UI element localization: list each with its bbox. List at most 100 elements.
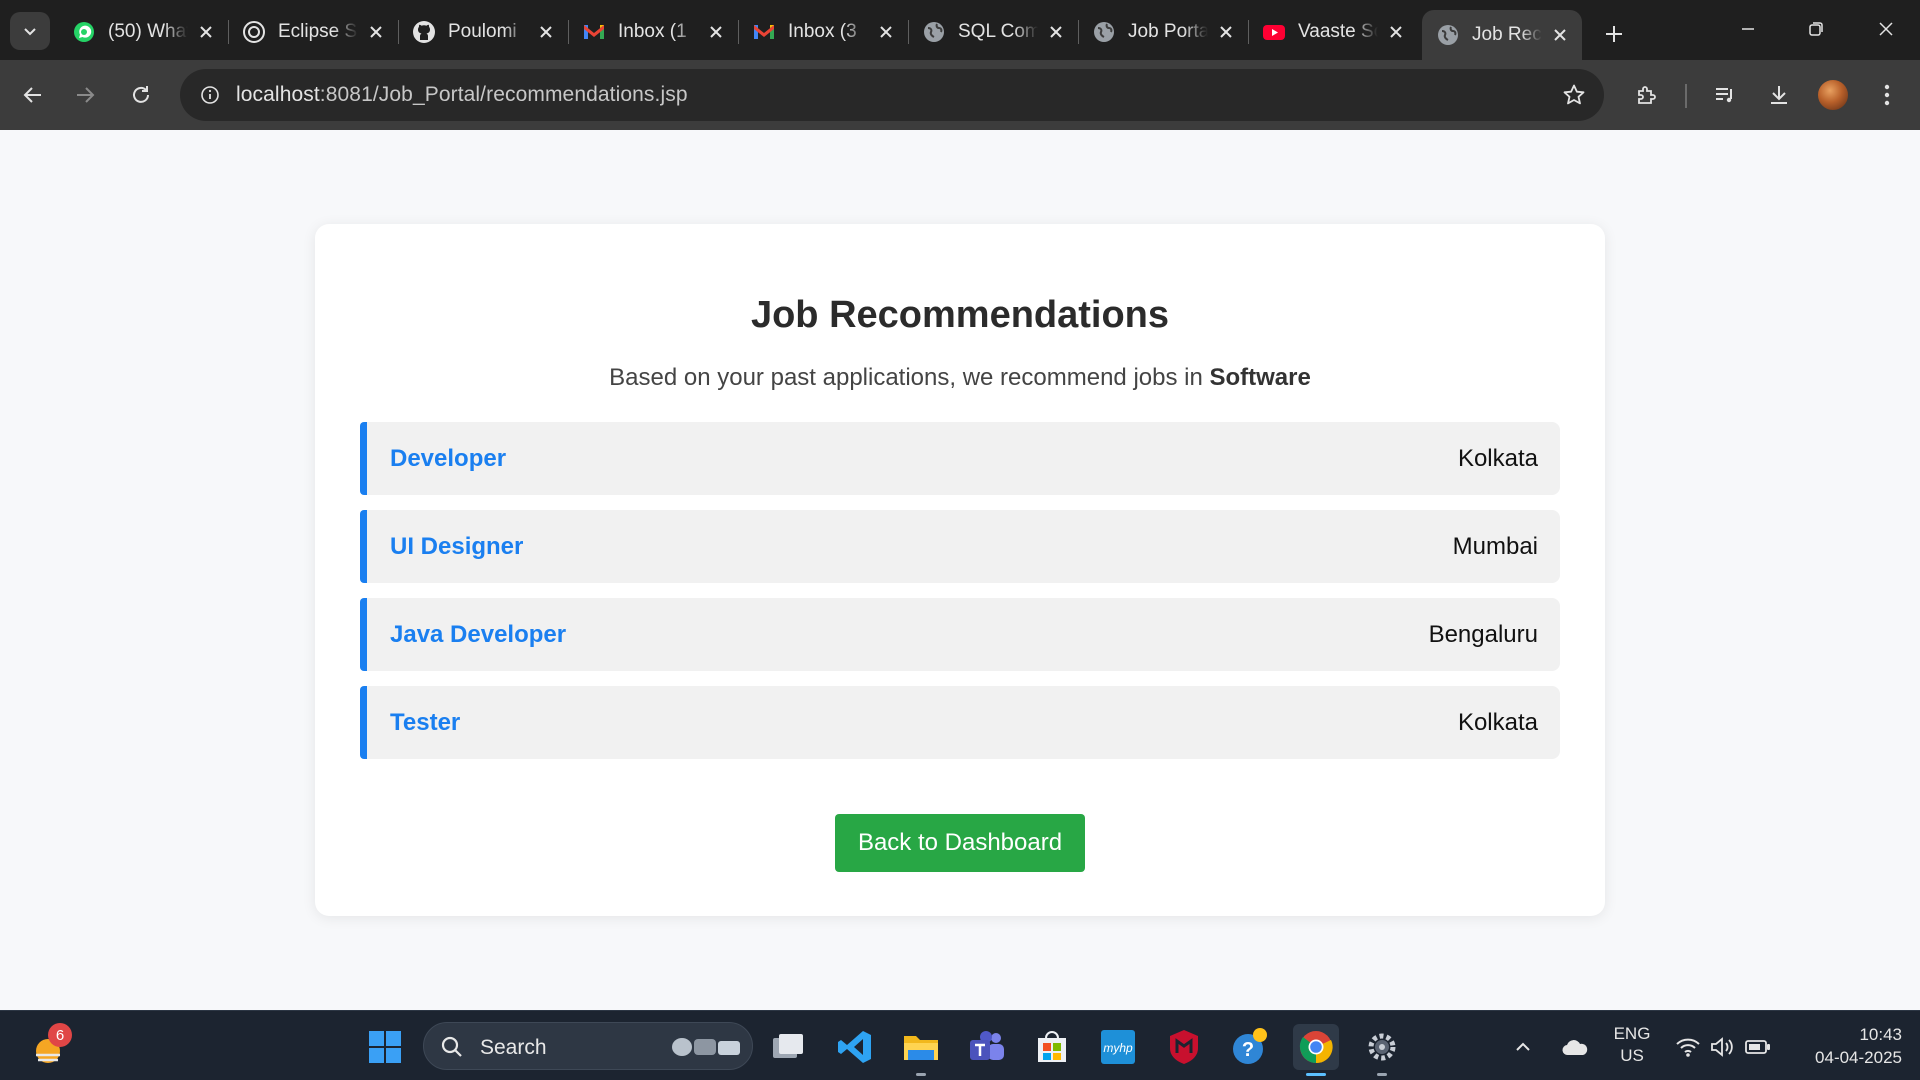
tab-youtube[interactable]: Vaaste Song bbox=[1248, 10, 1418, 54]
myhp-app[interactable]: myhp bbox=[1095, 1024, 1141, 1070]
get-help-app[interactable]: ? bbox=[1227, 1024, 1273, 1070]
svg-text:?: ? bbox=[1242, 1039, 1254, 1061]
downloads-button[interactable] bbox=[1760, 76, 1798, 114]
tab-title: Inbox (1 bbox=[618, 21, 687, 42]
close-icon[interactable] bbox=[1214, 20, 1238, 44]
close-window-button[interactable] bbox=[1856, 6, 1916, 52]
tab-search-button[interactable] bbox=[10, 12, 50, 50]
forward-nav-button[interactable] bbox=[66, 76, 104, 114]
restore-icon bbox=[1809, 22, 1823, 36]
notification-badge: 6 bbox=[48, 1023, 72, 1047]
onedrive-button[interactable] bbox=[1553, 1024, 1597, 1070]
windows-logo-icon bbox=[369, 1031, 401, 1063]
tab-gmail-1[interactable]: Inbox (1 bbox=[568, 10, 739, 54]
tab-title: Eclipse Studio bbox=[278, 21, 358, 42]
close-icon[interactable] bbox=[364, 20, 388, 44]
svg-text:myhp: myhp bbox=[1103, 1041, 1133, 1055]
browser-menu-button[interactable] bbox=[1868, 76, 1906, 114]
close-icon[interactable] bbox=[534, 20, 558, 44]
close-icon[interactable] bbox=[1384, 20, 1408, 44]
close-icon[interactable] bbox=[194, 20, 218, 44]
extensions-button[interactable] bbox=[1628, 76, 1666, 114]
chevron-up-icon bbox=[1516, 1042, 1530, 1051]
back-to-dashboard-button[interactable]: Back to Dashboard bbox=[835, 814, 1085, 872]
tab-job-portal[interactable]: Job Portal bbox=[1078, 10, 1249, 54]
page-title: Job Recommendations bbox=[750, 294, 1170, 336]
tab-job-recommendations[interactable]: Job Recommendations bbox=[1422, 10, 1582, 60]
taskbar-clock[interactable]: 10:43 04-04-2025 bbox=[1790, 1023, 1902, 1069]
job-title-link[interactable]: Java Developer bbox=[390, 621, 566, 649]
tab-title: SQL Compiler bbox=[958, 21, 1038, 42]
input-language-indicator[interactable]: ENG US bbox=[1610, 1023, 1654, 1067]
show-hidden-icons-button[interactable] bbox=[1503, 1024, 1543, 1070]
back-nav-button[interactable] bbox=[14, 76, 52, 114]
weather-widget[interactable]: 6 bbox=[28, 1023, 72, 1069]
taskbar-search[interactable]: Search bbox=[423, 1022, 753, 1070]
task-view-button[interactable] bbox=[765, 1024, 811, 1070]
job-item: UI Designer Mumbai bbox=[360, 510, 1560, 583]
tab-title: Job Recommendations bbox=[1472, 24, 1542, 45]
youtube-icon bbox=[1262, 20, 1286, 44]
job-location: Kolkata bbox=[1457, 709, 1538, 736]
tab-title: Poulomi bbox=[448, 21, 517, 42]
close-icon[interactable] bbox=[1044, 20, 1068, 44]
reload-icon bbox=[133, 86, 149, 103]
page-viewport: Job Recommendations Based on your past a… bbox=[0, 130, 1920, 1010]
job-title-link[interactable]: Developer bbox=[390, 445, 506, 473]
tab-sql-compiler[interactable]: SQL Compiler bbox=[908, 10, 1079, 54]
tab-whatsapp[interactable]: (50) WhatsApp bbox=[58, 10, 229, 54]
globe-icon bbox=[1436, 23, 1460, 47]
tab-title: Vaaste Song bbox=[1298, 21, 1378, 42]
new-tab-button[interactable] bbox=[1596, 16, 1632, 52]
restore-button[interactable] bbox=[1786, 6, 1846, 52]
microsoft-store-app[interactable] bbox=[1029, 1024, 1075, 1070]
job-list: Developer Kolkata UI Designer Mumbai Jav… bbox=[360, 422, 1560, 774]
site-info-icon[interactable] bbox=[194, 79, 226, 111]
chrome-app[interactable] bbox=[1293, 1024, 1339, 1076]
settings-app[interactable] bbox=[1359, 1024, 1405, 1076]
bookmark-star-icon[interactable] bbox=[1558, 79, 1590, 111]
teams-app[interactable] bbox=[964, 1024, 1010, 1070]
reload-button[interactable] bbox=[122, 76, 160, 114]
profile-avatar[interactable] bbox=[1816, 78, 1850, 112]
address-bar[interactable]: localhost:8081/Job_Portal/recommendation… bbox=[180, 69, 1604, 121]
url-text[interactable]: localhost:8081/Job_Portal/recommendation… bbox=[236, 83, 688, 107]
github-icon bbox=[412, 20, 436, 44]
search-icon bbox=[441, 1036, 462, 1057]
tab-eclipse[interactable]: Eclipse Studio bbox=[228, 10, 399, 54]
close-icon[interactable] bbox=[1548, 23, 1572, 47]
windows-taskbar: 6 Search myhp ? ENG US 10:43 04-04-2025 bbox=[0, 1010, 1920, 1080]
clock-date: 04-04-2025 bbox=[1815, 1048, 1902, 1067]
url-path: :8081/Job_Portal/recommendations.jsp bbox=[319, 83, 688, 106]
recommendations-card: Job Recommendations Based on your past a… bbox=[315, 224, 1605, 916]
job-title-link[interactable]: UI Designer bbox=[390, 533, 523, 561]
subtitle-text: Based on your past applications, we reco… bbox=[609, 364, 1210, 391]
vscode-app[interactable] bbox=[832, 1024, 878, 1070]
quick-settings-button[interactable] bbox=[1668, 1024, 1778, 1070]
tab-title: Inbox (3 bbox=[788, 21, 857, 42]
download-icon bbox=[1771, 86, 1787, 104]
tab-gmail-2[interactable]: Inbox (3 bbox=[738, 10, 909, 54]
gear-icon bbox=[1368, 1033, 1396, 1061]
job-item: Java Developer Bengaluru bbox=[360, 598, 1560, 671]
folder-icon bbox=[904, 1036, 938, 1060]
kebab-menu-icon bbox=[1884, 84, 1890, 106]
globe-icon bbox=[922, 20, 946, 44]
close-icon[interactable] bbox=[874, 20, 898, 44]
job-title-link[interactable]: Tester bbox=[390, 709, 460, 737]
battery-icon bbox=[1745, 1040, 1770, 1054]
mcafee-app[interactable] bbox=[1161, 1024, 1207, 1070]
job-location: Bengaluru bbox=[1428, 621, 1538, 648]
file-explorer-app[interactable] bbox=[898, 1024, 944, 1076]
myhp-icon: myhp bbox=[1101, 1030, 1135, 1064]
chatgpt-icon bbox=[242, 20, 266, 44]
browser-toolbar: localhost:8081/Job_Portal/recommendation… bbox=[0, 60, 1920, 130]
running-indicator bbox=[916, 1073, 926, 1076]
running-indicator bbox=[1377, 1073, 1387, 1076]
start-button[interactable] bbox=[362, 1024, 408, 1070]
media-control-button[interactable] bbox=[1706, 76, 1744, 114]
tab-github[interactable]: Poulomi bbox=[398, 10, 569, 54]
minimize-button[interactable] bbox=[1718, 6, 1778, 52]
close-icon[interactable] bbox=[704, 20, 728, 44]
whatsapp-icon bbox=[72, 20, 96, 44]
